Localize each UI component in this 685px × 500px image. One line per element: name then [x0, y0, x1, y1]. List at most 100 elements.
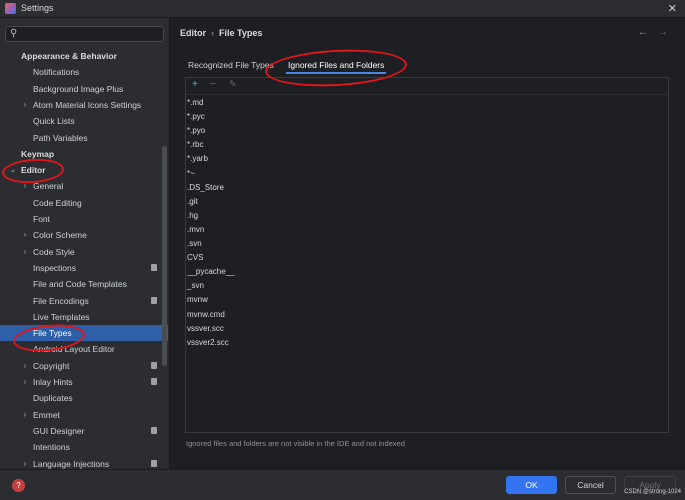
sidebar-item-inlay-hints[interactable]: › Inlay Hints [0, 374, 168, 390]
sidebar-item-file-encodings[interactable]: File Encodings [0, 293, 168, 309]
list-item[interactable]: .git [187, 195, 198, 209]
list-item[interactable]: .mvn [187, 223, 204, 237]
sidebar-item-label: Notifications [33, 67, 80, 78]
list-item[interactable]: *.yarb [187, 152, 208, 166]
search-input[interactable] [24, 27, 160, 41]
list-item[interactable]: _svn [187, 279, 204, 293]
sidebar-item-emmet[interactable]: › Emmet [0, 407, 168, 423]
sidebar-scrollbar[interactable] [162, 146, 167, 366]
sidebar-item-file-types[interactable]: File Types [0, 325, 168, 342]
back-arrow-icon[interactable]: ← [638, 27, 648, 38]
add-icon[interactable]: + [192, 79, 198, 90]
chevron-right-icon[interactable]: › [20, 227, 30, 243]
sidebar-item-file-and-code-templates[interactable]: File and Code Templates [0, 276, 168, 292]
list-item[interactable]: *.pyc [187, 110, 205, 124]
sidebar-item-label: Inspections [33, 262, 76, 273]
sidebar-item-background-image-plus[interactable]: Background Image Plus [0, 81, 168, 97]
sidebar-item-label: File and Code Templates [33, 279, 127, 290]
sidebar-item-code-style[interactable]: › Code Style [0, 244, 168, 260]
chevron-right-icon[interactable]: › [20, 456, 30, 470]
list-item[interactable]: *.rbc [187, 138, 203, 152]
list-item[interactable]: .hg [187, 209, 198, 223]
list-item[interactable]: *.pyo [187, 124, 205, 138]
ignored-files-hint: Ignored files and folders are not visibl… [186, 439, 405, 448]
list-item[interactable]: .DS_Store [187, 181, 224, 195]
sidebar-item-gui-designer[interactable]: GUI Designer [0, 423, 168, 439]
tab-recognized-file-types[interactable]: Recognized File Types [188, 58, 274, 74]
list-item[interactable]: vssver2.scc [187, 336, 229, 350]
sidebar-item-atom-material-icons-settings[interactable]: › Atom Material Icons Settings [0, 97, 168, 113]
sidebar-item-label: Quick Lists [33, 116, 75, 127]
chevron-down-icon[interactable]: ⌄ [8, 162, 18, 178]
project-scope-icon [151, 263, 157, 271]
list-item[interactable]: *~ [187, 167, 195, 181]
sidebar-item-label: Intentions [33, 442, 70, 453]
sidebar-item-inspections[interactable]: Inspections [0, 260, 168, 276]
project-scope-icon [151, 459, 157, 467]
sidebar-item-language-injections[interactable]: › Language Injections [0, 456, 168, 470]
project-scope-icon [151, 426, 157, 434]
cancel-button[interactable]: Cancel [565, 476, 616, 494]
sidebar-item-quick-lists[interactable]: Quick Lists [0, 113, 168, 129]
sidebar-item-label: General [33, 181, 64, 192]
sidebar-item-label: File Encodings [33, 295, 89, 306]
chevron-right-icon[interactable]: › [20, 358, 30, 374]
sidebar-item-editor[interactable]: ⌄ Editor [0, 162, 168, 178]
title-bar: Settings ✕ [0, 0, 685, 18]
app-logo-icon [5, 3, 16, 14]
sidebar-item-copyright[interactable]: › Copyright [0, 358, 168, 374]
help-icon[interactable]: ? [12, 479, 25, 492]
list-item[interactable]: *.md [187, 96, 203, 110]
sidebar-item-notifications[interactable]: Notifications [0, 64, 168, 80]
tab-ignored-files-and-folders[interactable]: Ignored Files and Folders [286, 58, 387, 74]
ignored-files-panel: + − ✎ *.md *.pyc *.pyo *.rbc *.yarb *~ .DS_Sto… [185, 77, 669, 433]
sidebar-item-label: Appearance & Behavior [21, 51, 117, 61]
sidebar-item-color-scheme[interactable]: › Color Scheme [0, 227, 168, 243]
chevron-right-icon[interactable]: › [20, 97, 30, 113]
list-item[interactable]: mvnw [187, 293, 208, 307]
sidebar-item-label: Emmet [33, 409, 60, 420]
remove-icon[interactable]: − [210, 79, 216, 90]
list-item[interactable]: CVS [187, 251, 203, 265]
breadcrumb-current: File Types [219, 28, 263, 38]
sidebar-item-path-variables[interactable]: Path Variables [0, 130, 168, 146]
sidebar-item-font[interactable]: Font [0, 211, 168, 227]
forward-arrow-icon[interactable]: → [658, 27, 668, 38]
ok-button[interactable]: OK [506, 476, 557, 494]
sidebar-item-label: Background Image Plus [33, 83, 124, 94]
chevron-right-icon[interactable]: › [20, 374, 30, 390]
project-scope-icon [151, 296, 157, 304]
chevron-right-icon[interactable]: › [20, 407, 30, 423]
list-item[interactable]: mvnw.cmd [187, 308, 225, 322]
search-box[interactable]: ⚲ [5, 26, 164, 42]
chevron-right-icon[interactable]: › [20, 178, 30, 194]
list-toolbar: + − ✎ [186, 78, 668, 95]
list-item[interactable]: .svn [187, 237, 202, 251]
sidebar-item-general[interactable]: › General [0, 178, 168, 194]
sidebar-item-live-templates[interactable]: Live Templates [0, 309, 168, 325]
sidebar-item-label: Language Injections [33, 458, 110, 469]
sidebar-item-label: Inlay Hints [33, 377, 73, 387]
sidebar-item-android-layout-editor[interactable]: Android Layout Editor [0, 341, 168, 357]
breadcrumb: Editor › File Types [180, 28, 262, 38]
search-icon: ⚲ [10, 28, 18, 39]
sidebar-item-duplicates[interactable]: Duplicates [0, 390, 168, 406]
sidebar-item-code-editing[interactable]: Code Editing [0, 195, 168, 211]
sidebar-item-keymap[interactable]: Keymap [0, 146, 168, 162]
dialog-button-bar: ? OK Cancel Apply CSDN @strong-1024 [0, 469, 685, 500]
sidebar-item-label: GUI Designer [33, 425, 85, 436]
breadcrumb-parent[interactable]: Editor [180, 28, 206, 38]
sidebar-item-label: Editor [21, 165, 46, 176]
watermark: CSDN @strong-1024 [624, 489, 681, 495]
sidebar-item-intentions[interactable]: Intentions [0, 439, 168, 455]
chevron-right-icon[interactable]: › [20, 244, 30, 260]
sidebar-item-appearance-behavior[interactable]: Appearance & Behavior [0, 48, 168, 64]
list-item[interactable]: vssver.scc [187, 322, 224, 336]
list-item[interactable]: __pycache__ [187, 265, 235, 279]
project-scope-icon [151, 361, 157, 369]
close-icon[interactable]: ✕ [668, 2, 677, 15]
sidebar-item-label: Path Variables [33, 132, 88, 143]
sidebar-item-label: Live Templates [33, 311, 90, 322]
sidebar-item-label: Atom Material Icons Settings [33, 99, 142, 110]
edit-icon[interactable]: ✎ [229, 79, 237, 90]
